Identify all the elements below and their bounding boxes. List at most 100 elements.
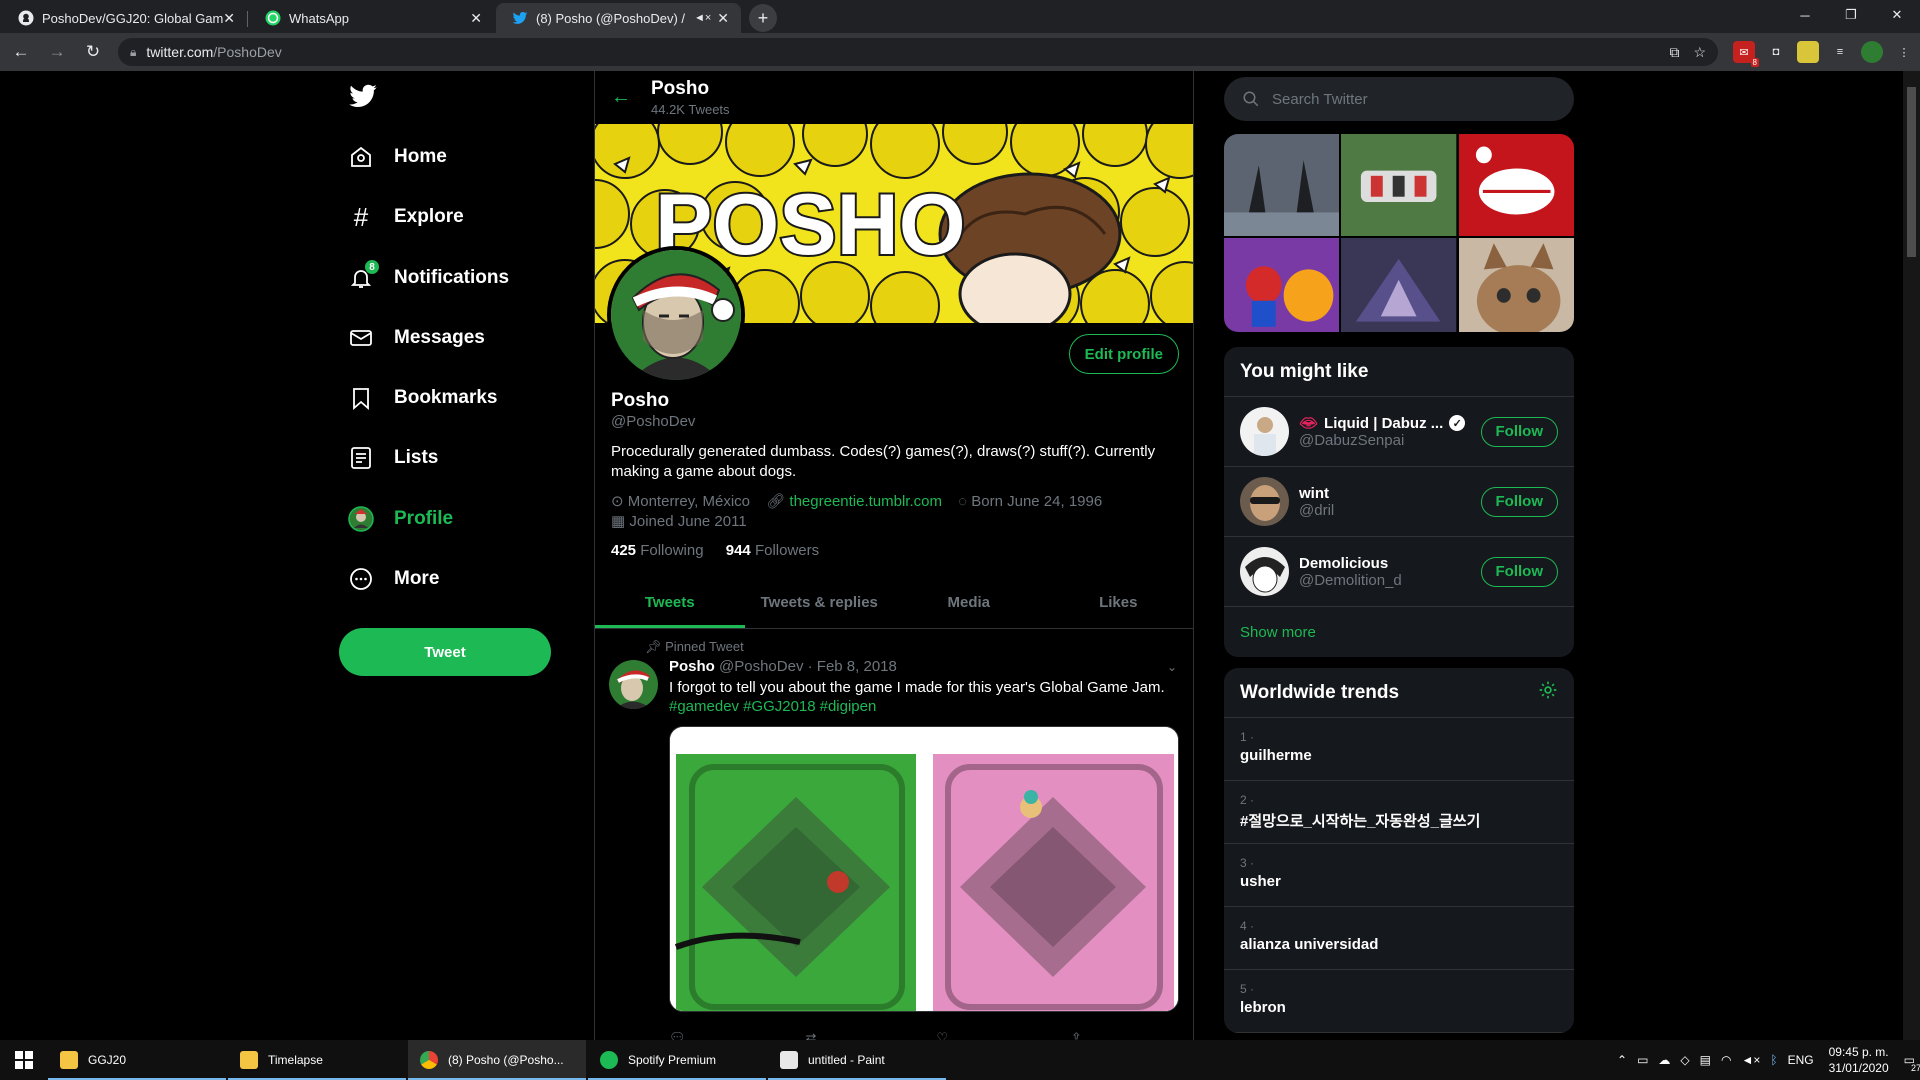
nav-item-home[interactable]: Home	[348, 137, 447, 177]
language-indicator[interactable]: ENG	[1788, 1053, 1814, 1067]
close-tab-icon[interactable]: ✕	[223, 10, 235, 27]
nav-item-more[interactable]: More	[348, 559, 439, 599]
clock[interactable]: 09:45 p. m. 31/01/2020	[1829, 1044, 1889, 1076]
taskbar-item-timelapse[interactable]: Timelapse	[228, 1040, 406, 1080]
edit-profile-button[interactable]: Edit profile	[1068, 334, 1179, 374]
restore-icon[interactable]: ❐	[1828, 0, 1874, 30]
tab-tweets[interactable]: Tweets	[595, 576, 745, 628]
address-bar[interactable]: 🔒︎ twitter.com /PoshoDev ⧉ ☆	[118, 38, 1718, 66]
forward-arrow-icon[interactable]: →	[42, 37, 72, 67]
taskbar-item-spotify[interactable]: Spotify Premium	[588, 1040, 766, 1080]
show-more-link[interactable]: Show more	[1224, 607, 1574, 657]
share-icon[interactable]: ⇪	[1071, 1030, 1082, 1040]
close-tab-icon[interactable]: ✕	[717, 10, 729, 27]
close-window-icon[interactable]: ✕	[1874, 0, 1920, 30]
folder-sync-icon[interactable]: ▤	[1700, 1053, 1711, 1067]
tweet-author-name[interactable]: Posho	[669, 658, 715, 675]
nav-item-explore[interactable]: # Explore	[348, 197, 464, 237]
trend-item[interactable]: 2 · #절망으로_시작하는_자동완성_글쓰기	[1224, 781, 1574, 844]
bluetooth-icon[interactable]: ᛒ	[1770, 1053, 1777, 1067]
media-control-icon[interactable]: ≡	[1829, 41, 1851, 63]
nav-item-lists[interactable]: Lists	[348, 438, 438, 478]
trend-item[interactable]: 5 · lebron	[1224, 970, 1574, 1033]
retweet-button[interactable]: ⇄ 3	[806, 1030, 877, 1040]
followers-link[interactable]: 944 Followers	[726, 542, 837, 559]
tab-tweets-replies[interactable]: Tweets & replies	[745, 576, 895, 628]
reload-icon[interactable]: ↻	[78, 37, 108, 67]
settings-gear-icon[interactable]	[1538, 680, 1558, 706]
page-scrollbar[interactable]	[1903, 71, 1920, 1040]
following-link[interactable]: 425 Following	[611, 542, 722, 559]
profile-website-link[interactable]: thegreentie.tumblr.com	[789, 493, 942, 510]
search-input[interactable]: Search Twitter	[1224, 77, 1574, 121]
tweet-avatar[interactable]	[609, 660, 658, 709]
like-button[interactable]: ♡ 17	[936, 1030, 1010, 1040]
media-thumbnail[interactable]	[1458, 134, 1574, 237]
hashtag-link[interactable]: #GGJ2018	[743, 698, 816, 715]
taskbar-item-ggj20[interactable]: GGJ20	[48, 1040, 226, 1080]
bookmark-star-icon[interactable]: ☆	[1693, 44, 1706, 61]
gmail-extension-icon[interactable]: ✉ 8	[1733, 41, 1759, 67]
suggestion-avatar[interactable]	[1240, 477, 1289, 526]
nav-item-bookmarks[interactable]: Bookmarks	[348, 378, 498, 418]
dropbox-icon[interactable]: ◇	[1680, 1053, 1689, 1067]
nav-item-messages[interactable]: Messages	[348, 318, 485, 358]
tweet-button[interactable]: Tweet	[339, 628, 551, 676]
taskbar-item-chrome[interactable]: (8) Posho (@Posho...	[408, 1040, 586, 1080]
menu-kebab-icon[interactable]: ⋮	[1893, 41, 1915, 63]
chevron-up-icon[interactable]: ⌃	[1617, 1053, 1627, 1067]
followers-label: Followers	[754, 542, 820, 559]
wifi-icon[interactable]: ◠	[1721, 1053, 1731, 1067]
taskbar-item-paint[interactable]: untitled - Paint	[768, 1040, 946, 1080]
media-thumbnail[interactable]	[1224, 134, 1340, 237]
chevron-down-icon[interactable]: ⌄	[1167, 660, 1177, 674]
battery-icon[interactable]: ▭	[1637, 1053, 1648, 1067]
suggestion-row[interactable]: wint @dril Follow	[1224, 467, 1574, 537]
follow-button[interactable]: Follow	[1480, 416, 1558, 447]
tweet-date[interactable]: Feb 8, 2018	[817, 658, 897, 675]
tab-likes[interactable]: Likes	[1044, 576, 1194, 628]
trend-item[interactable]: 4 · alianza universidad	[1224, 907, 1574, 970]
browser-tab-whatsapp[interactable]: WhatsApp ✕	[247, 3, 494, 33]
tab-media[interactable]: Media	[894, 576, 1044, 628]
extension-icon[interactable]	[1797, 41, 1819, 63]
follow-button[interactable]: Follow	[1480, 556, 1558, 587]
profile-avatar[interactable]	[607, 246, 745, 384]
reply-button[interactable]: 💬︎ 4	[669, 1030, 746, 1040]
browser-tab-twitter[interactable]: (8) Posho (@PoshoDev) / Tw ◄× ✕	[496, 3, 741, 33]
media-thumbnail[interactable]	[1224, 238, 1340, 332]
media-thumbnail[interactable]	[1341, 134, 1457, 237]
profile-avatar-icon[interactable]	[1861, 41, 1883, 63]
action-center-icon[interactable]: ▭ 27	[1904, 1053, 1920, 1073]
hashtag-link[interactable]: #digipen	[820, 698, 877, 715]
media-thumbnail[interactable]	[1341, 238, 1457, 332]
follow-button[interactable]: Follow	[1480, 486, 1558, 517]
back-arrow-icon[interactable]: ←	[6, 37, 36, 67]
media-thumbnail[interactable]	[1458, 238, 1574, 332]
minimize-icon[interactable]: ─	[1782, 0, 1828, 30]
hashtag-link[interactable]: #gamedev	[669, 698, 739, 715]
pocket-icon[interactable]: ◘	[1765, 41, 1787, 63]
twitter-logo-icon[interactable]	[348, 81, 378, 111]
nav-item-profile[interactable]: Profile	[348, 499, 453, 539]
speaker-muted-icon[interactable]: ◄×	[694, 12, 711, 24]
suggestion-avatar[interactable]	[1240, 407, 1289, 456]
open-in-app-icon[interactable]: ⧉	[1669, 44, 1679, 61]
windows-start-icon[interactable]	[0, 1040, 48, 1080]
suggestion-avatar[interactable]	[1240, 547, 1289, 596]
suggestion-row[interactable]: 👄︎ Liquid | Dabuz ... ✓ @DabuzSenpai Follo…	[1224, 397, 1574, 467]
suggestion-name: Demolicious	[1299, 554, 1389, 572]
suggestion-row[interactable]: Demolicious @Demolition_d Follow	[1224, 537, 1574, 607]
nav-item-label: Lists	[394, 447, 439, 468]
tweet-media-image[interactable]	[669, 726, 1179, 1012]
trend-item[interactable]: 1 · guilherme	[1224, 718, 1574, 781]
speaker-muted-icon[interactable]: ◄×	[1741, 1053, 1760, 1067]
back-arrow-icon[interactable]: ←	[611, 86, 651, 109]
cloud-icon[interactable]: ☁	[1658, 1053, 1670, 1067]
scrollbar-thumb[interactable]	[1907, 87, 1916, 257]
trend-item[interactable]: 3 · usher	[1224, 844, 1574, 907]
browser-tab-github[interactable]: PoshoDev/GGJ20: Global Game J ✕	[2, 3, 247, 33]
new-tab-button[interactable]: +	[749, 4, 777, 32]
nav-item-notifications[interactable]: 8 Notifications	[348, 258, 509, 298]
close-tab-icon[interactable]: ✕	[470, 10, 482, 27]
